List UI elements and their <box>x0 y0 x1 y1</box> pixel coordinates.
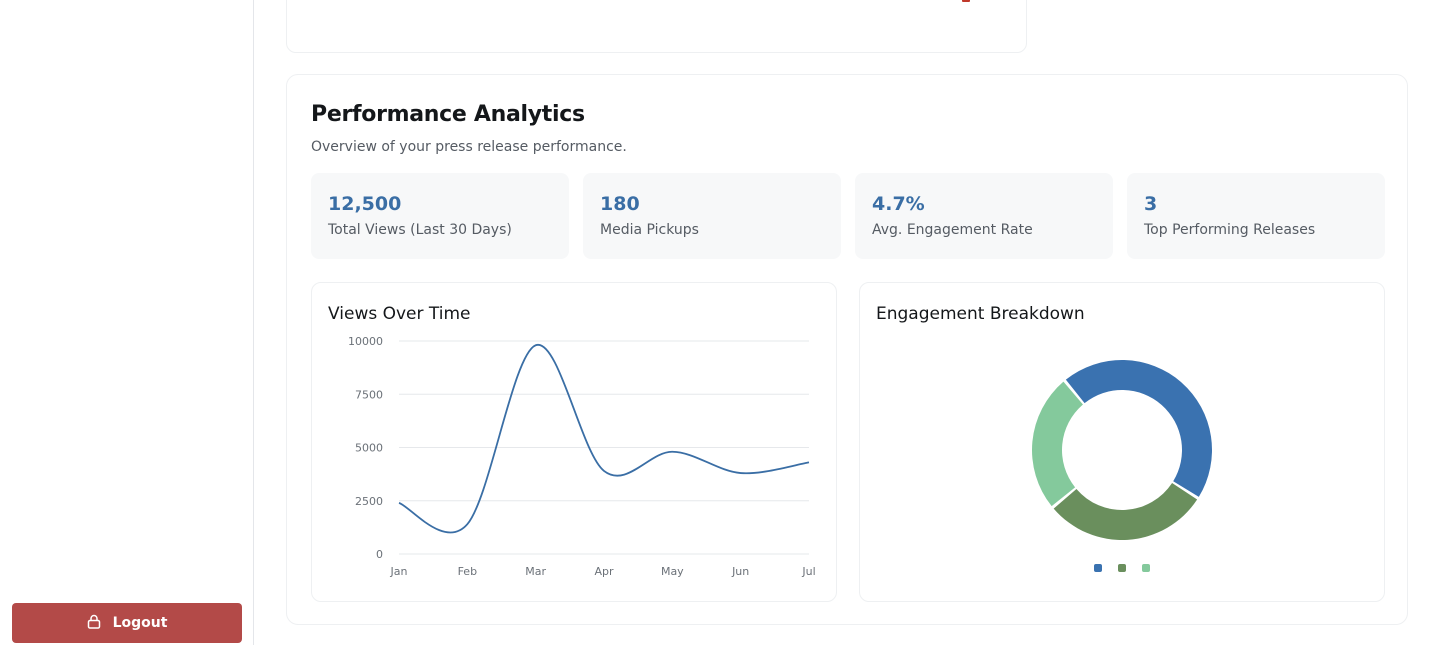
stat-label: Avg. Engagement Rate <box>872 222 1033 238</box>
y-tick-label: 2500 <box>355 495 383 508</box>
legend-swatch <box>1118 564 1126 572</box>
stat-value: 180 <box>600 193 640 215</box>
stat-card-engagement-rate: 4.7% Avg. Engagement Rate <box>855 173 1113 259</box>
views-chart-panel: Views Over Time 0 2500 5000 7500 10000 Jan Feb… <box>311 282 837 602</box>
stat-value: 3 <box>1144 193 1158 215</box>
donut-slice <box>1065 360 1212 497</box>
lock-icon <box>87 614 101 633</box>
series-line <box>398 344 810 534</box>
x-tick-label: Jul <box>801 565 815 578</box>
x-tick-label: Apr <box>594 565 614 578</box>
donut-slice <box>1053 483 1198 540</box>
sidebar: Logout <box>0 0 254 645</box>
engagement-chart-panel: Engagement Breakdown <box>859 282 1385 602</box>
views-line-chart: 0 2500 5000 7500 10000 Jan Feb Mar Apr May Jun Jul <box>348 335 816 578</box>
stat-value: 4.7% <box>872 193 925 215</box>
stat-label: Top Performing Releases <box>1144 222 1316 238</box>
stat-label: Total Views (Last 30 Days) <box>328 222 512 238</box>
legend-swatch <box>1094 564 1102 572</box>
y-tick-label: 5000 <box>355 442 383 455</box>
logout-button[interactable]: Logout <box>12 603 242 643</box>
x-tick-label: May <box>661 565 684 578</box>
legend-swatch <box>1142 564 1150 572</box>
stat-card-top-releases: 3 Top Performing Releases <box>1127 173 1385 259</box>
y-tick-label: 0 <box>376 548 383 561</box>
x-tick-label: Feb <box>458 565 477 578</box>
y-tick-label: 7500 <box>355 388 383 401</box>
y-tick-label: 10000 <box>348 335 383 348</box>
page-title: Performance Analytics <box>311 102 585 127</box>
engagement-donut-chart <box>1032 360 1212 572</box>
previous-card <box>286 0 1027 53</box>
stat-label: Media Pickups <box>600 222 699 238</box>
x-tick-label: Mar <box>525 565 546 578</box>
performance-analytics-section: Performance Analytics Overview of your p… <box>286 74 1408 625</box>
logout-label: Logout <box>112 615 168 631</box>
x-tick-label: Jan <box>390 565 408 578</box>
x-tick-label: Jun <box>731 565 749 578</box>
stat-card-media-pickups: 180 Media Pickups <box>583 173 841 259</box>
card-marker <box>962 0 970 2</box>
stat-card-total-views: 12,500 Total Views (Last 30 Days) <box>311 173 569 259</box>
stat-value: 12,500 <box>328 193 402 215</box>
donut-slice <box>1032 381 1083 507</box>
page-subtitle: Overview of your press release performan… <box>311 139 627 155</box>
